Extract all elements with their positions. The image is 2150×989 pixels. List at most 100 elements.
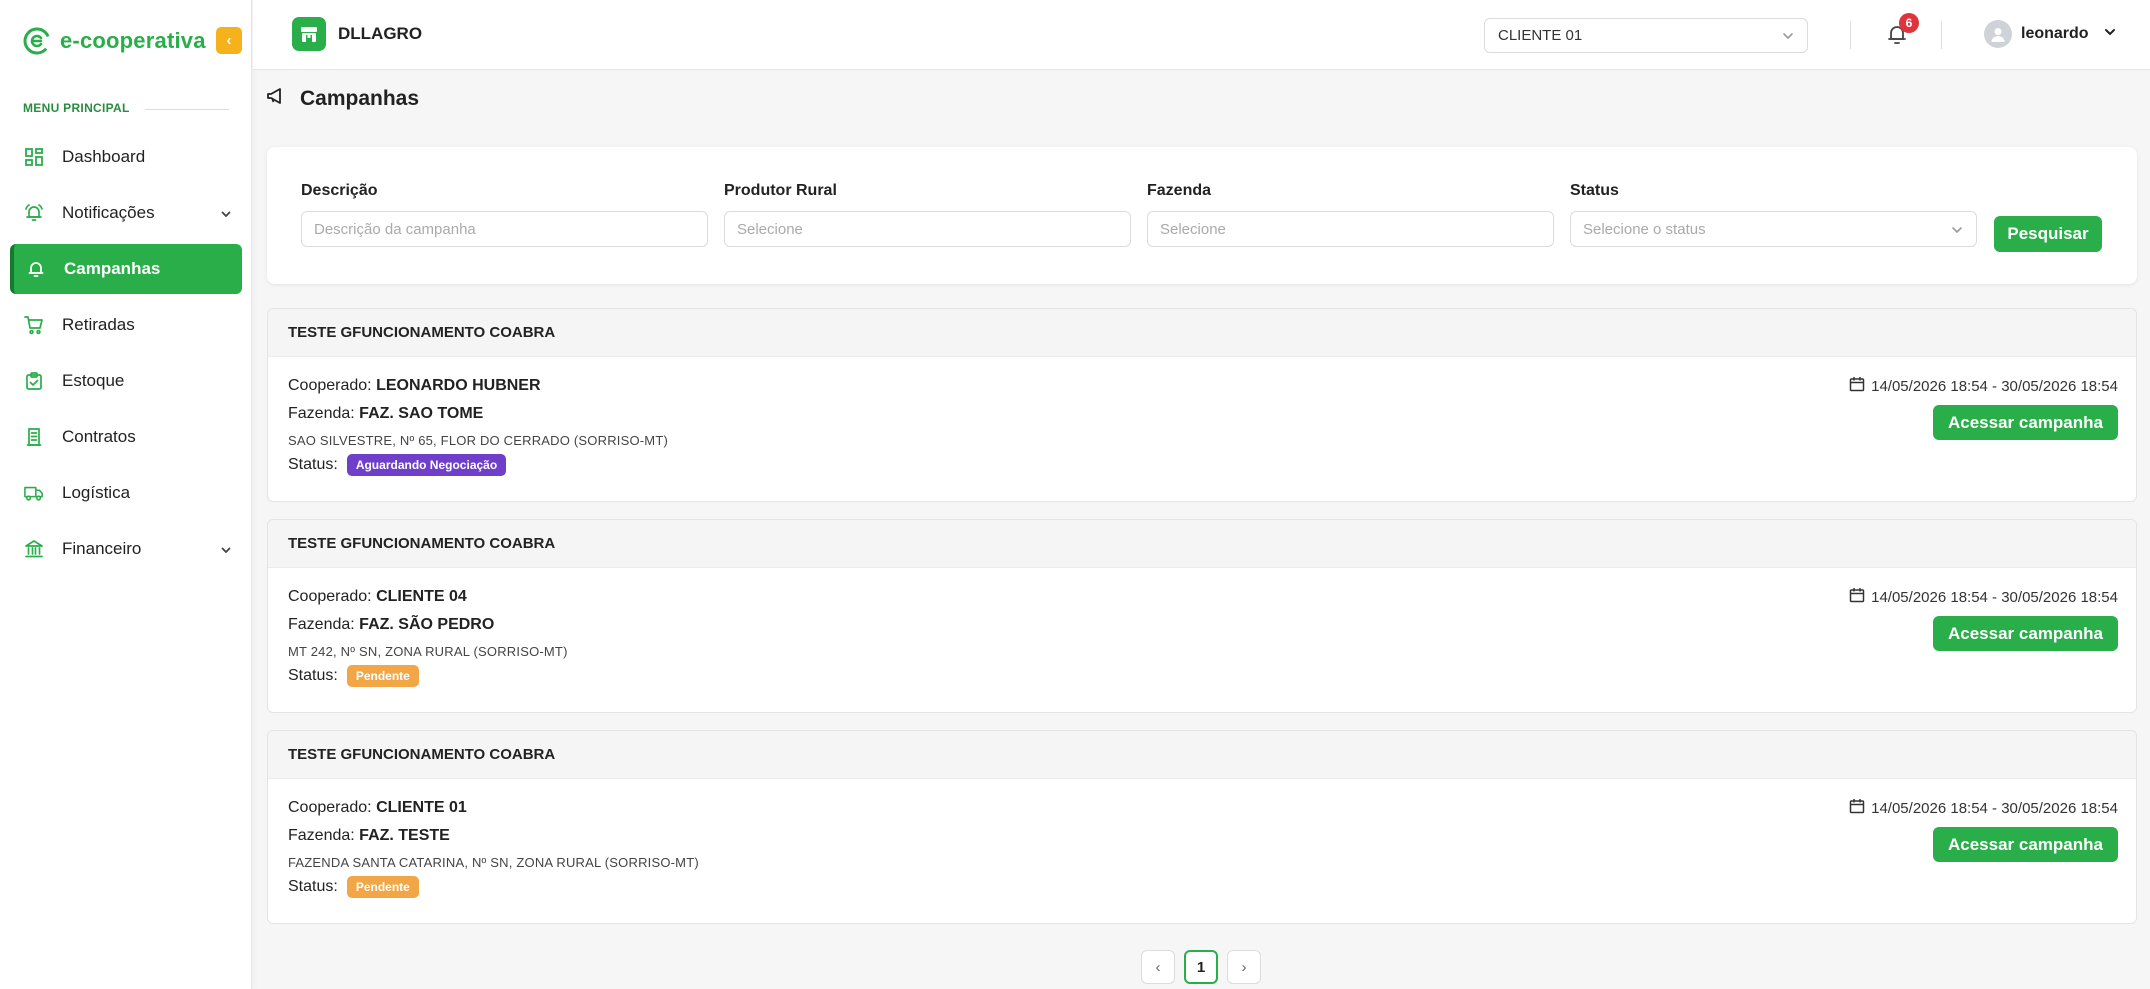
cooperado-value: CLIENTE 04 [376,588,467,605]
main-nav: Dashboard Notificações Campanhas Retirad… [10,132,242,580]
access-campaign-button[interactable]: Acessar campanha [1933,616,2118,651]
document-icon [24,427,44,447]
sidebar-item-label: Logística [62,483,131,502]
status-line: Status: Aguardando Negociação [288,454,507,476]
chevron-down-icon [2103,25,2117,44]
organization[interactable]: DLLAGRO [292,17,422,51]
address: MT 242, Nº SN, ZONA RURAL (SORRISO-MT) [288,644,568,659]
fazenda-label: Fazenda: [288,616,355,633]
fazenda-line: Fazenda: FAZ. TESTE [288,827,450,845]
produtor-label: Produtor Rural [724,182,837,199]
campaign-dates: 14/05/2026 18:54 - 30/05/2026 18:54 [1849,587,2118,607]
produtor-filter: Produtor Rural [724,182,1131,247]
chevron-left-icon: ‹ [226,32,232,49]
campaign-body: Cooperado: CLIENTE 04 Fazenda: FAZ. SÃO … [268,568,2136,712]
calendar-icon [1849,798,1865,818]
campaign-title: TESTE GFUNCIONAMENTO COABRA [268,520,2136,568]
filter-card: Descrição Produtor Rural Fazenda Status … [267,147,2137,284]
page-title: Campanhas [266,86,419,111]
brand[interactable]: e-cooperativa [22,22,206,60]
status-label: Status: [288,878,338,895]
client-select-value: CLIENTE 01 [1498,27,1583,44]
next-page-button[interactable]: › [1227,950,1261,984]
campaign-card: TESTE GFUNCIONAMENTO COABRA Cooperado: C… [267,519,2137,713]
fazenda-label: Fazenda: [288,827,355,844]
address: SAO SILVESTRE, Nº 65, FLOR DO CERRADO (S… [288,433,669,448]
cooperado-label: Cooperado: [288,377,372,394]
fazenda-label: Fazenda [1147,182,1212,199]
sidebar-item-dashboard[interactable]: Dashboard [10,132,242,182]
previous-page-button[interactable]: ‹ [1141,950,1175,984]
sidebar-item-estoque[interactable]: Estoque [10,356,242,406]
campaign-card: TESTE GFUNCIONAMENTO COABRA Cooperado: C… [267,730,2137,924]
fazenda-input[interactable] [1147,211,1554,247]
sidebar-item-label: Estoque [62,371,125,390]
cooperado-value: CLIENTE 01 [376,799,467,816]
sidebar-item-financeiro[interactable]: Financeiro [10,524,242,574]
sidebar-item-label: Retiradas [62,315,135,334]
header-divider [1850,21,1851,49]
page-button-current[interactable]: 1 [1184,950,1218,984]
status-line: Status: Pendente [288,665,419,687]
user-menu[interactable]: leonardo [1984,20,2117,48]
top-header: DLLAGRO CLIENTE 01 6 leonardo [253,0,2150,70]
status-label: Status [1570,182,1619,199]
chevron-down-icon [220,541,232,561]
fazenda-filter: Fazenda [1147,182,1554,247]
ecooperativa-logo-icon [22,26,52,56]
sidebar-item-logistica[interactable]: Logística [10,468,242,518]
menu-title: MENU PRINCIPAL [23,101,130,115]
cooperado-line: Cooperado: LEONARDO HUBNER [288,377,541,395]
status-label: Status: [288,667,338,684]
produtor-input[interactable] [724,211,1131,247]
campaign-body: Cooperado: LEONARDO HUBNER Fazenda: FAZ.… [268,357,2136,501]
chevron-down-icon [1950,223,1964,241]
status-line: Status: Pendente [288,876,419,898]
status-badge: Pendente [346,665,419,687]
sidebar-item-label: Contratos [62,427,136,446]
access-campaign-button[interactable]: Acessar campanha [1933,405,2118,440]
descricao-input[interactable] [301,211,708,247]
sidebar-item-label: Notificações [62,203,155,222]
cooperado-line: Cooperado: CLIENTE 04 [288,588,467,606]
fazenda-value: FAZ. TESTE [359,827,450,844]
sidebar-item-contratos[interactable]: Contratos [10,412,242,462]
sidebar-item-campanhas[interactable]: Campanhas [10,244,242,294]
truck-icon [24,483,44,503]
clipboard-check-icon [24,371,44,391]
access-campaign-button[interactable]: Acessar campanha [1933,827,2118,862]
calendar-icon [1849,376,1865,396]
sidebar-item-notificacoes[interactable]: Notificações [10,188,242,238]
megaphone-icon [266,86,286,111]
notification-count-badge: 6 [1899,13,1919,33]
sidebar-item-retiradas[interactable]: Retiradas [10,300,242,350]
sidebar: e-cooperativa ‹ MENU PRINCIPAL Dashboard… [0,0,252,989]
pagination: ‹ 1 › [1141,950,1270,984]
fazenda-label: Fazenda: [288,405,355,422]
status-select-placeholder: Selecione o status [1583,220,1706,238]
fazenda-value: FAZ. SAO TOME [359,405,484,422]
campaign-body: Cooperado: CLIENTE 01 Fazenda: FAZ. TEST… [268,779,2136,923]
campaign-date-range: 14/05/2026 18:54 - 30/05/2026 18:54 [1871,799,2118,817]
status-filter: Status Selecione o status [1570,182,1977,247]
campaign-card: TESTE GFUNCIONAMENTO COABRA Cooperado: L… [267,308,2137,502]
descricao-label: Descrição [301,182,378,199]
search-button[interactable]: Pesquisar [1994,216,2102,252]
bank-icon [24,539,44,559]
status-select[interactable]: Selecione o status [1570,211,1977,247]
sidebar-item-label: Dashboard [62,147,146,166]
header-divider [1941,21,1942,49]
bell-icon [26,259,46,279]
campaign-dates: 14/05/2026 18:54 - 30/05/2026 18:54 [1849,798,2118,818]
address: FAZENDA SANTA CATARINA, Nº SN, ZONA RURA… [288,855,699,870]
cooperado-value: LEONARDO HUBNER [376,377,541,394]
organization-name: DLLAGRO [338,24,423,43]
client-select[interactable]: CLIENTE 01 [1484,18,1808,53]
campaign-date-range: 14/05/2026 18:54 - 30/05/2026 18:54 [1871,377,2118,395]
campaign-title: TESTE GFUNCIONAMENTO COABRA [268,731,2136,779]
menu-divider [145,109,229,110]
brand-name: e-cooperativa [60,28,206,53]
status-label: Status: [288,456,338,473]
collapse-sidebar-button[interactable]: ‹ [216,27,242,54]
descricao-filter: Descrição [301,182,708,247]
